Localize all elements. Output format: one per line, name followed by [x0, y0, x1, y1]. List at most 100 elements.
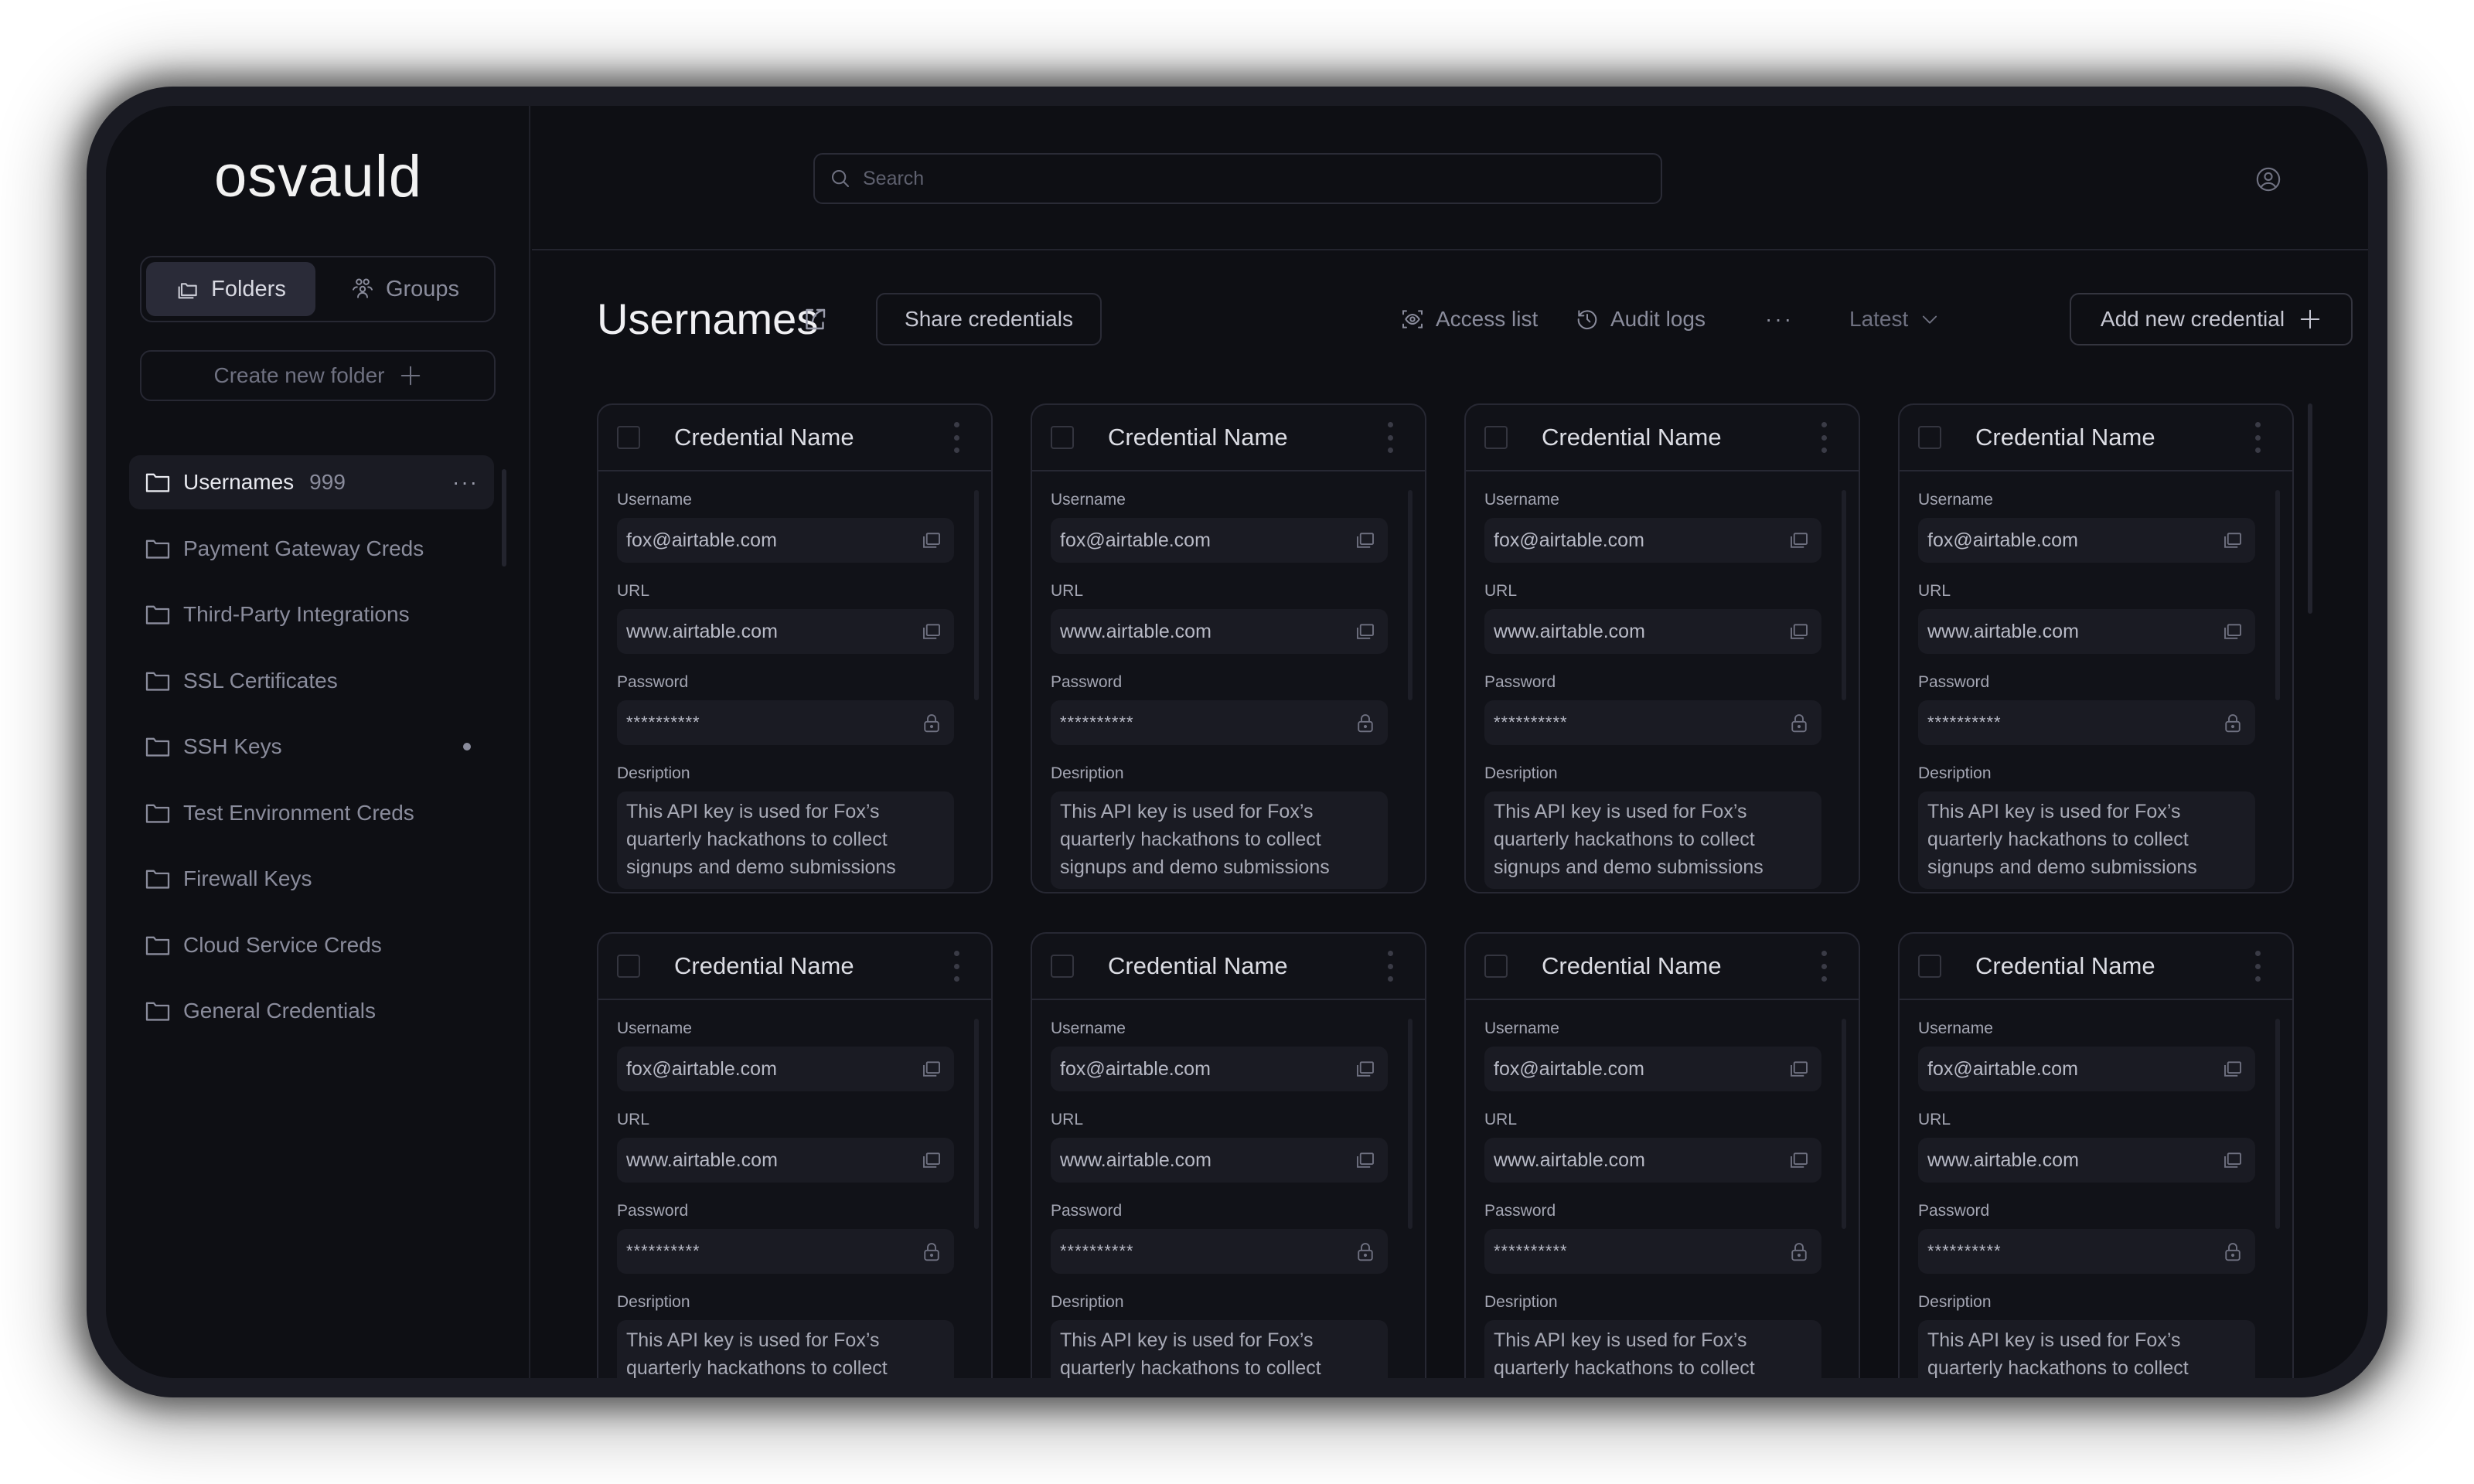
- copy-icon[interactable]: [920, 620, 943, 643]
- access-list-button[interactable]: Access list: [1400, 291, 1538, 347]
- username-field[interactable]: fox@airtable.com: [617, 518, 954, 563]
- password-field[interactable]: **********: [617, 700, 954, 745]
- card-checkbox[interactable]: [1918, 426, 1941, 449]
- tab-folders[interactable]: Folders: [146, 262, 315, 316]
- lock-icon[interactable]: [1354, 711, 1377, 734]
- kebab-menu-icon[interactable]: [1386, 422, 1394, 453]
- audit-logs-button[interactable]: Audit logs: [1575, 291, 1706, 347]
- lock-icon[interactable]: [1787, 711, 1811, 734]
- more-options-button[interactable]: ···: [1765, 291, 1794, 347]
- card-scrollbar[interactable]: [974, 1019, 979, 1229]
- card-scrollbar[interactable]: [974, 490, 979, 700]
- card-checkbox[interactable]: [1484, 955, 1508, 978]
- folder-item[interactable]: Payment Gateway Creds: [129, 522, 494, 576]
- sidebar-scrollbar[interactable]: [502, 469, 506, 567]
- url-field[interactable]: www.airtable.com: [617, 1138, 954, 1183]
- kebab-menu-icon[interactable]: [952, 951, 960, 982]
- lock-icon[interactable]: [920, 711, 943, 734]
- card-scrollbar[interactable]: [1842, 1019, 1846, 1229]
- copy-icon[interactable]: [2221, 1149, 2244, 1172]
- copy-icon[interactable]: [1354, 620, 1377, 643]
- url-field[interactable]: www.airtable.com: [617, 609, 954, 654]
- password-field[interactable]: **********: [1918, 1229, 2255, 1274]
- password-field[interactable]: **********: [1051, 1229, 1388, 1274]
- lock-icon[interactable]: [2221, 711, 2244, 734]
- tab-groups[interactable]: Groups: [320, 262, 489, 316]
- folder-item[interactable]: Test Environment Creds: [129, 786, 494, 840]
- username-field[interactable]: fox@airtable.com: [1918, 518, 2255, 563]
- copy-icon[interactable]: [1787, 529, 1811, 552]
- username-field[interactable]: fox@airtable.com: [1484, 1047, 1821, 1091]
- copy-icon[interactable]: [1787, 1149, 1811, 1172]
- url-field[interactable]: www.airtable.com: [1918, 1138, 2255, 1183]
- copy-icon[interactable]: [1787, 620, 1811, 643]
- folder-more-button[interactable]: ···: [452, 470, 479, 495]
- copy-icon[interactable]: [1354, 1057, 1377, 1081]
- description-field[interactable]: This API key is used for Fox’s quarterly…: [1051, 791, 1388, 889]
- username-field[interactable]: fox@airtable.com: [617, 1047, 954, 1091]
- kebab-menu-icon[interactable]: [1386, 951, 1394, 982]
- card-scrollbar[interactable]: [1408, 490, 1412, 700]
- copy-icon[interactable]: [1354, 1149, 1377, 1172]
- folder-item[interactable]: SSL Certificates: [129, 654, 494, 708]
- kebab-menu-icon[interactable]: [952, 422, 960, 453]
- card-scrollbar[interactable]: [2275, 1019, 2280, 1229]
- description-field[interactable]: This API key is used for Fox’s quarterly…: [1484, 1320, 1821, 1378]
- description-field[interactable]: This API key is used for Fox’s quarterly…: [1051, 1320, 1388, 1378]
- user-circle-icon[interactable]: [2255, 166, 2281, 192]
- url-field[interactable]: www.airtable.com: [1918, 609, 2255, 654]
- copy-icon[interactable]: [920, 529, 943, 552]
- description-field[interactable]: This API key is used for Fox’s quarterly…: [1918, 1320, 2255, 1378]
- card-checkbox[interactable]: [617, 426, 640, 449]
- credential-card[interactable]: Credential Name Username fox@airtable.co…: [1464, 403, 1860, 893]
- main-scrollbar[interactable]: [2308, 403, 2312, 614]
- share-credentials-button[interactable]: Share credentials: [876, 293, 1102, 345]
- password-field[interactable]: **********: [1484, 1229, 1821, 1274]
- description-field[interactable]: This API key is used for Fox’s quarterly…: [1918, 791, 2255, 889]
- description-field[interactable]: This API key is used for Fox’s quarterly…: [617, 1320, 954, 1378]
- folder-item[interactable]: SSH Keys: [129, 720, 494, 774]
- card-checkbox[interactable]: [1051, 955, 1074, 978]
- card-scrollbar[interactable]: [1408, 1019, 1412, 1229]
- kebab-menu-icon[interactable]: [1820, 422, 1828, 453]
- credential-card[interactable]: Credential Name Username fox@airtable.co…: [1464, 932, 1860, 1378]
- credential-card[interactable]: Credential Name Username fox@airtable.co…: [1898, 403, 2294, 893]
- folder-item[interactable]: General Credentials: [129, 984, 494, 1038]
- folder-item[interactable]: Usernames 999 ···: [129, 455, 494, 509]
- card-checkbox[interactable]: [1051, 426, 1074, 449]
- copy-icon[interactable]: [1787, 1057, 1811, 1081]
- password-field[interactable]: **********: [1918, 700, 2255, 745]
- url-field[interactable]: www.airtable.com: [1051, 609, 1388, 654]
- card-scrollbar[interactable]: [2275, 490, 2280, 700]
- copy-icon[interactable]: [2221, 529, 2244, 552]
- kebab-menu-icon[interactable]: [2254, 422, 2261, 453]
- lock-icon[interactable]: [920, 1240, 943, 1263]
- lock-icon[interactable]: [1787, 1240, 1811, 1263]
- url-field[interactable]: www.airtable.com: [1484, 1138, 1821, 1183]
- username-field[interactable]: fox@airtable.com: [1051, 518, 1388, 563]
- username-field[interactable]: fox@airtable.com: [1051, 1047, 1388, 1091]
- username-field[interactable]: fox@airtable.com: [1918, 1047, 2255, 1091]
- credential-card[interactable]: Credential Name Username fox@airtable.co…: [1031, 932, 1426, 1378]
- create-folder-button[interactable]: Create new folder: [140, 350, 496, 401]
- credential-card[interactable]: Credential Name Username fox@airtable.co…: [1031, 403, 1426, 893]
- copy-icon[interactable]: [920, 1057, 943, 1081]
- url-field[interactable]: www.airtable.com: [1051, 1138, 1388, 1183]
- copy-icon[interactable]: [2221, 1057, 2244, 1081]
- add-credential-button[interactable]: Add new credential: [2070, 293, 2353, 345]
- folder-item[interactable]: Firewall Keys: [129, 852, 494, 906]
- search-box[interactable]: [813, 153, 1662, 204]
- copy-icon[interactable]: [2221, 620, 2244, 643]
- copy-icon[interactable]: [920, 1149, 943, 1172]
- lock-icon[interactable]: [1354, 1240, 1377, 1263]
- search-input[interactable]: [863, 167, 1636, 190]
- credential-card[interactable]: Credential Name Username fox@airtable.co…: [597, 932, 993, 1378]
- card-checkbox[interactable]: [1484, 426, 1508, 449]
- folder-item[interactable]: Third-Party Integrations: [129, 587, 494, 642]
- credential-card[interactable]: Credential Name Username fox@airtable.co…: [597, 403, 993, 893]
- copy-icon[interactable]: [1354, 529, 1377, 552]
- card-checkbox[interactable]: [617, 955, 640, 978]
- kebab-menu-icon[interactable]: [2254, 951, 2261, 982]
- username-field[interactable]: fox@airtable.com: [1484, 518, 1821, 563]
- share-icon[interactable]: [801, 305, 829, 333]
